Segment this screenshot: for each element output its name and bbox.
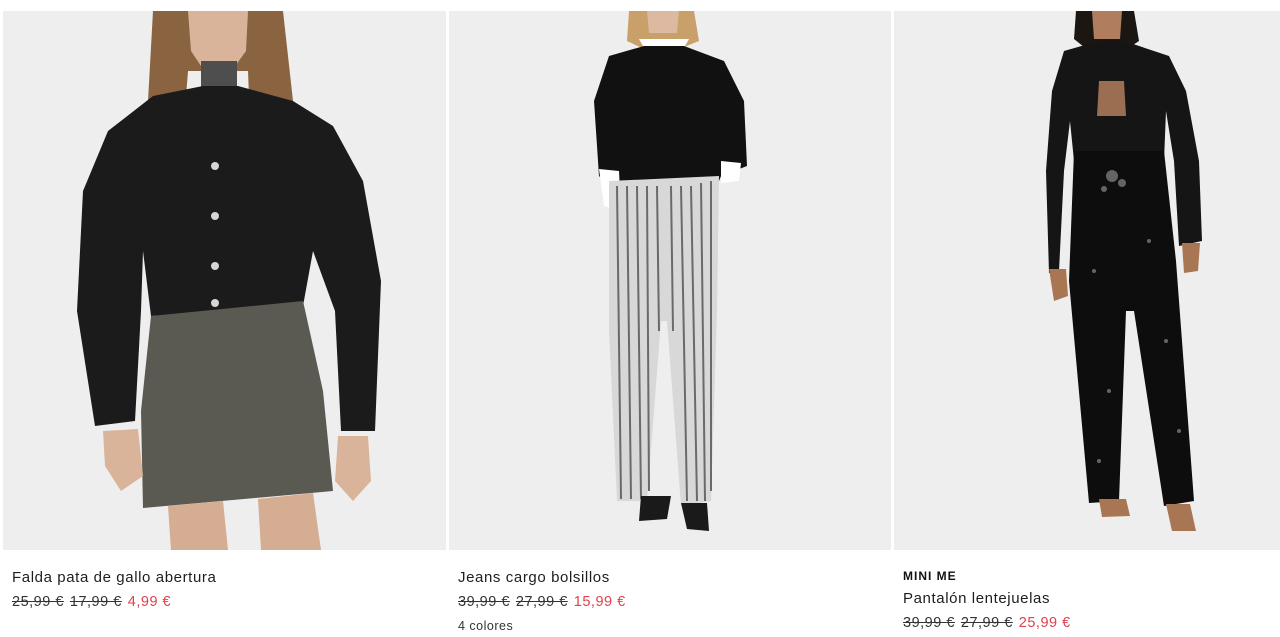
product-info: Falda pata de gallo abertura 25,99 € 17,9…: [3, 550, 446, 611]
price-original: 39,99 €: [903, 615, 955, 631]
price-previous: 27,99 €: [960, 615, 1013, 631]
product-name[interactable]: Pantalón lentejuelas: [903, 590, 1280, 608]
product-info: Jeans cargo bolsillos 39,99 € 27,99 € 15,9…: [449, 550, 891, 633]
price-original: 25,99 €: [12, 594, 64, 610]
product-name[interactable]: Jeans cargo bolsillos: [458, 569, 891, 587]
product-name[interactable]: Falda pata de gallo abertura: [12, 569, 446, 587]
product-image[interactable]: [3, 11, 446, 550]
collection-tag: MINI ME: [903, 569, 957, 583]
product-image[interactable]: [449, 11, 891, 550]
price-current: 4,99 €: [127, 594, 172, 610]
price-previous: 17,99 €: [69, 594, 122, 610]
price-current: 25,99 €: [1018, 615, 1071, 631]
price-original: 39,99 €: [458, 594, 510, 610]
price-current: 15,99 €: [573, 594, 626, 610]
product-card[interactable]: Jeans cargo bolsillos 39,99 € 27,99 € 15,9…: [449, 11, 891, 633]
product-prices: 39,99 € 27,99 € 15,99 €: [458, 593, 891, 611]
product-prices: 39,99 € 27,99 € 25,99 €: [903, 614, 1280, 632]
product-card[interactable]: MINI ME Pantalón lentejuelas 39,99 € 27,9…: [894, 11, 1280, 632]
product-image[interactable]: [894, 11, 1280, 550]
color-count[interactable]: 4 colores: [458, 619, 891, 633]
price-previous: 27,99 €: [515, 594, 568, 610]
product-card[interactable]: Falda pata de gallo abertura 25,99 € 17,9…: [3, 11, 446, 611]
product-info: MINI ME Pantalón lentejuelas 39,99 € 27,9…: [894, 550, 1280, 632]
product-prices: 25,99 € 17,99 € 4,99 €: [12, 593, 446, 611]
